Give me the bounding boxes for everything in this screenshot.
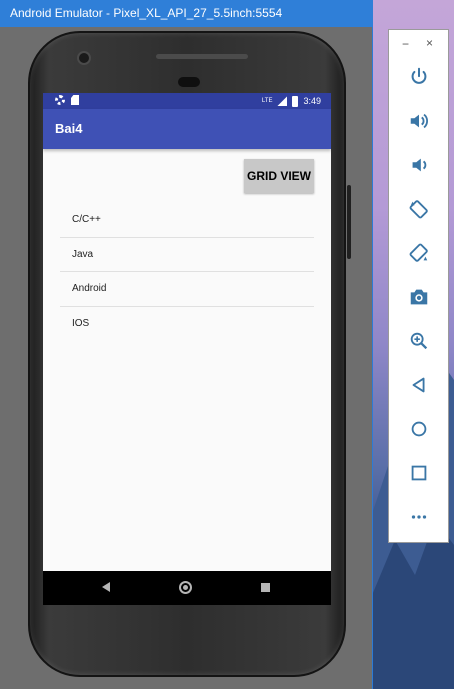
emulator-window: Android Emulator - Pixel_XL_API_27_5.5in… — [0, 0, 373, 689]
phone-speaker — [156, 54, 248, 59]
status-time: 3:49 — [303, 96, 321, 106]
front-camera — [77, 51, 91, 65]
close-button[interactable]: × — [426, 36, 433, 50]
list-item[interactable]: C/C++ — [60, 203, 314, 238]
minimize-button[interactable]: − — [402, 37, 409, 51]
lte-label: LTE — [261, 98, 273, 104]
language-list: C/C++ Java Android IOS — [60, 203, 314, 341]
device-screen[interactable]: LTE 3:49 Bai4 GRID VIEW C/C++ Java Andro… — [43, 93, 331, 605]
android-nav-bar — [43, 571, 331, 605]
nav-back-icon[interactable] — [102, 582, 110, 592]
status-bar: LTE 3:49 — [43, 93, 331, 109]
volume-down-icon[interactable] — [404, 150, 434, 180]
nav-home-icon[interactable] — [179, 581, 192, 594]
settings-notification-icon — [55, 95, 65, 105]
power-icon[interactable] — [404, 62, 434, 92]
volume-up-icon[interactable] — [404, 106, 434, 136]
battery-icon — [292, 95, 299, 107]
signal-icon — [277, 96, 288, 106]
sd-card-icon — [71, 95, 79, 105]
back-icon[interactable] — [404, 370, 434, 400]
emulator-toolbar: − × — [388, 29, 449, 543]
list-item[interactable]: Android — [60, 272, 314, 307]
overview-icon[interactable] — [404, 458, 434, 488]
rotate-right-icon[interactable] — [404, 238, 434, 268]
rotate-left-icon[interactable] — [404, 194, 434, 224]
list-item[interactable]: IOS — [60, 307, 314, 342]
home-icon[interactable] — [404, 414, 434, 444]
more-icon[interactable] — [404, 502, 434, 532]
screenshot-icon[interactable] — [404, 282, 434, 312]
zoom-icon[interactable] — [404, 326, 434, 356]
list-item[interactable]: Java — [60, 238, 314, 272]
app-bar-title: Bai4 — [43, 109, 331, 149]
phone-earpiece — [178, 77, 200, 87]
emulator-title: Android Emulator - Pixel_XL_API_27_5.5in… — [0, 0, 373, 27]
phone-side-button[interactable] — [347, 185, 351, 259]
grid-view-button[interactable]: GRID VIEW — [244, 159, 314, 193]
nav-recents-icon[interactable] — [261, 583, 270, 592]
